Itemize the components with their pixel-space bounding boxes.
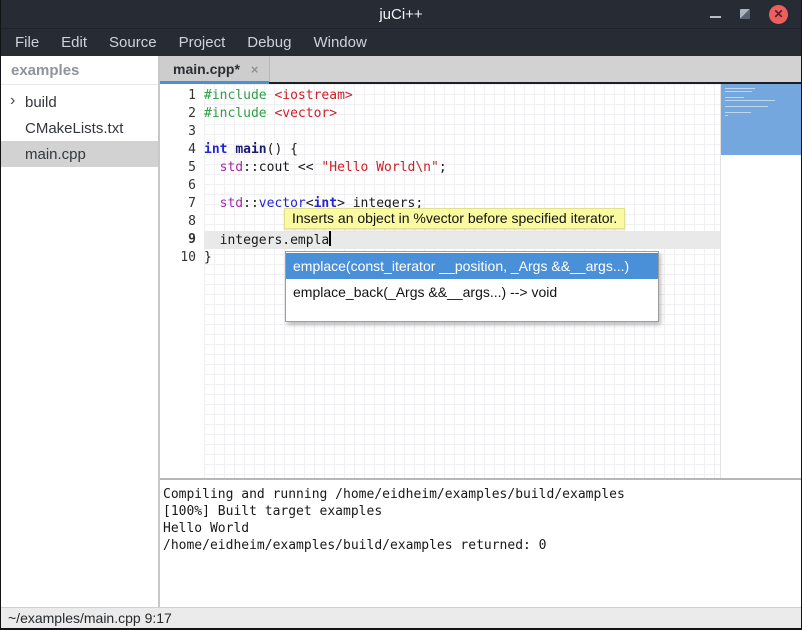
code-token: ; [439, 160, 447, 175]
file-label: CMakeLists.txt [25, 120, 123, 137]
code-token: "Hello World\n" [321, 160, 438, 175]
code-token: <iostream> [274, 88, 352, 103]
tab-close-icon[interactable]: × [251, 62, 259, 77]
minimap[interactable] [720, 84, 801, 478]
menu-project[interactable]: Project [168, 34, 237, 51]
line-number: 2 [160, 105, 196, 123]
code-line: std::cout << "Hello World\n"; [204, 159, 720, 177]
code-line [204, 123, 720, 141]
file-tree-sidebar: examples › build CMakeLists.txt main.cpp [1, 56, 160, 607]
editor-column: main.cpp* × 12345678910 #include <iostre… [160, 56, 801, 607]
restore-icon[interactable] [740, 9, 750, 19]
sidebar-item-build[interactable]: › build [1, 89, 158, 115]
code-line: #include <iostream> [204, 87, 720, 105]
code-token: #include [204, 88, 267, 103]
minimap-code-line [725, 115, 728, 116]
menu-source[interactable]: Source [98, 34, 168, 51]
line-number: 8 [160, 213, 196, 231]
menu-bar: FileEditSourceProjectDebugWindow [1, 28, 801, 56]
code-token: () { [267, 142, 298, 157]
line-number: 5 [160, 159, 196, 177]
line-number: 6 [160, 177, 196, 195]
code-token: :: [243, 196, 259, 211]
doc-tooltip: Inserts an object in %vector before spec… [284, 208, 625, 229]
minimap-code-line [725, 91, 752, 92]
sidebar-item-cmakelists-txt[interactable]: CMakeLists.txt [1, 115, 158, 141]
window-title: juCi++ [1, 6, 801, 23]
code-token: } [204, 250, 212, 265]
code-token: integers.empla [204, 233, 329, 248]
completion-item[interactable]: emplace_back(_Args &&__args...) --> void [286, 279, 658, 305]
project-name: examples [1, 56, 158, 85]
status-file-position: ~/examples/main.cpp 9:17 [8, 610, 172, 626]
sidebar-item-main-cpp[interactable]: main.cpp [1, 141, 158, 167]
menu-window[interactable]: Window [302, 34, 377, 51]
menu-file[interactable]: File [4, 34, 50, 51]
tab-main-cpp[interactable]: main.cpp* × [160, 56, 270, 82]
autocomplete-popup: emplace(const_iterator __position, _Args… [285, 251, 659, 322]
completion-item[interactable]: emplace(const_iterator __position, _Args… [286, 253, 658, 279]
code-token: main [235, 142, 266, 157]
line-number: 3 [160, 123, 196, 141]
line-number: 4 [160, 141, 196, 159]
minimap-visible-region[interactable] [721, 84, 801, 155]
code-token: int [204, 142, 227, 157]
code-token: std [220, 196, 243, 211]
minimize-icon[interactable] [710, 16, 721, 18]
title-bar: juCi++ ✕ [1, 0, 801, 28]
chevron-right-icon[interactable]: › [10, 92, 15, 110]
app-window: juCi++ ✕ FileEditSourceProjectDebugWindo… [0, 0, 802, 630]
menu-edit[interactable]: Edit [50, 34, 98, 51]
window-controls: ✕ [710, 5, 801, 24]
code-token [204, 196, 220, 211]
minimap-code-line [725, 97, 744, 98]
file-label: main.cpp [25, 146, 86, 163]
code-line: int main() { [204, 141, 720, 159]
tab-label: main.cpp* [173, 61, 240, 77]
code-line: integers.empla [204, 231, 720, 249]
minimap-code-line [725, 88, 755, 89]
code-token [204, 160, 220, 175]
line-number: 10 [160, 249, 196, 267]
text-cursor [329, 231, 331, 246]
line-number-gutter: 12345678910 [160, 84, 204, 478]
source-editor: 12345678910 #include <iostream>#include … [160, 84, 801, 478]
code-token: std [220, 160, 243, 175]
minimap-code-line [725, 106, 768, 107]
terminal-line: [100%] Built target examples [163, 503, 801, 520]
code-token: #include [204, 106, 267, 121]
file-label: build [25, 94, 57, 111]
minimap-code-line [725, 112, 751, 113]
code-token: ::cout << [243, 160, 321, 175]
minimap-code-line [725, 100, 775, 101]
file-tree: › build CMakeLists.txt main.cpp [1, 85, 158, 167]
tab-bar: main.cpp* × [160, 56, 801, 84]
line-number: 9 [160, 231, 196, 249]
status-bar: ~/examples/main.cpp 9:17 [1, 607, 801, 628]
terminal-output[interactable]: Compiling and running /home/eidheim/exam… [160, 480, 801, 607]
terminal-line: Hello World [163, 520, 801, 537]
line-number: 7 [160, 195, 196, 213]
code-line [204, 177, 720, 195]
main-area: examples › build CMakeLists.txt main.cpp ma… [1, 56, 801, 607]
close-icon[interactable]: ✕ [769, 5, 788, 24]
line-number: 1 [160, 87, 196, 105]
terminal-line: /home/eidheim/examples/build/examples re… [163, 537, 801, 554]
menu-debug[interactable]: Debug [236, 34, 302, 51]
terminal-line: Compiling and running /home/eidheim/exam… [163, 486, 801, 503]
code-line: #include <vector> [204, 105, 720, 123]
code-token: <vector> [274, 106, 337, 121]
